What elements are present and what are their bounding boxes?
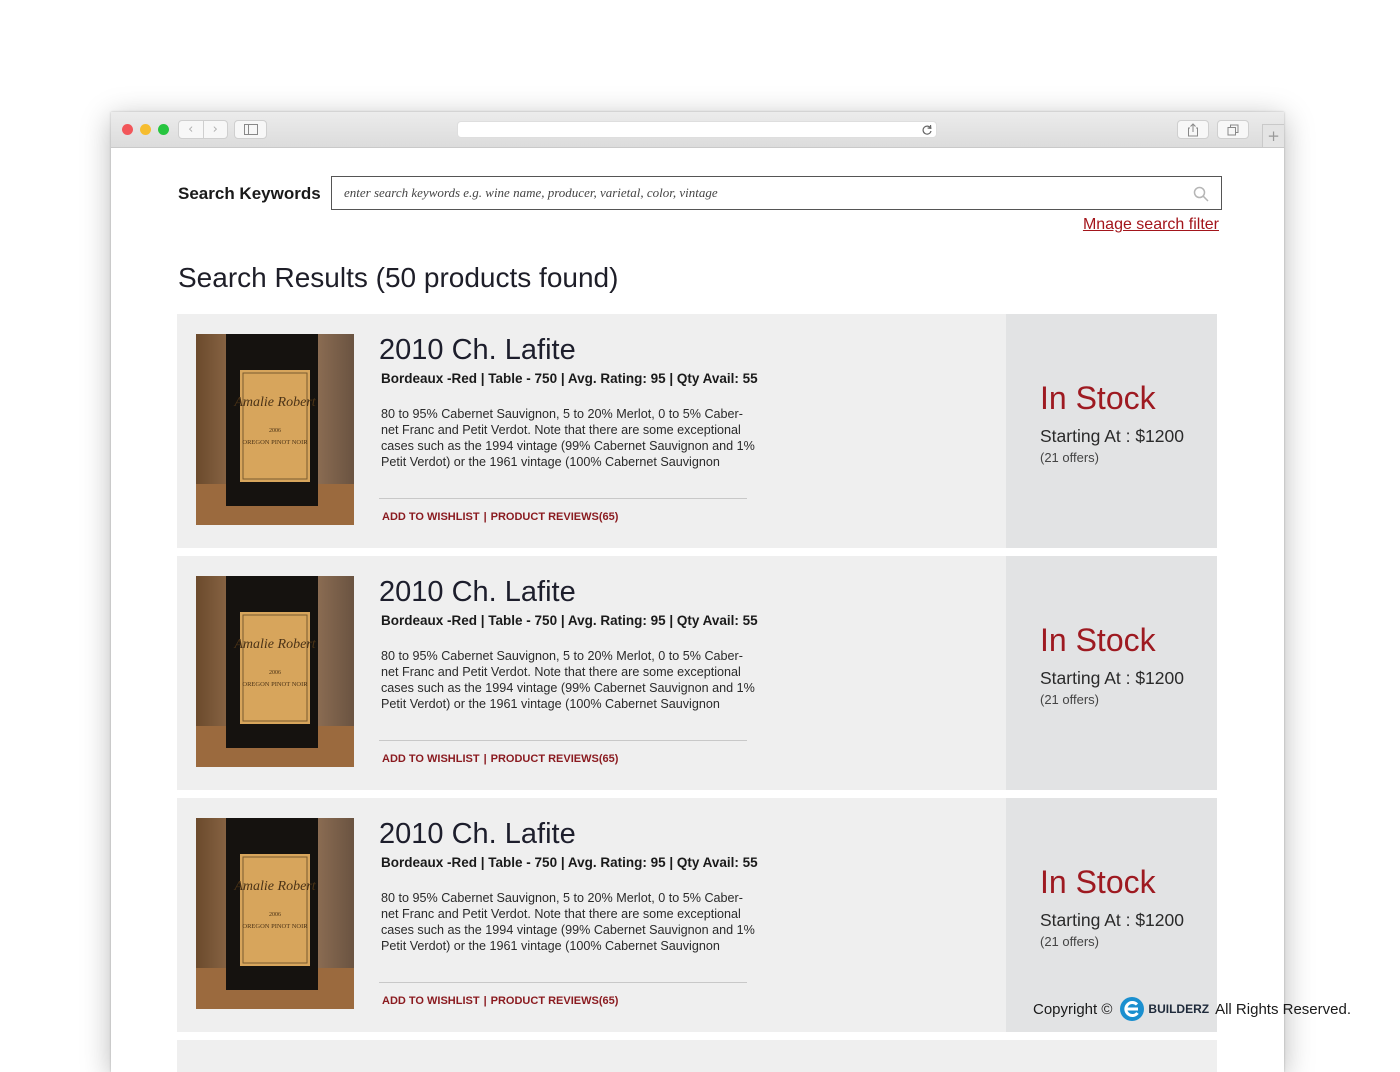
product-name[interactable]: 2010 Ch. Lafite <box>379 818 576 851</box>
divider <box>379 740 747 741</box>
add-to-wishlist-link[interactable]: ADD TO WISHLIST <box>382 995 480 1007</box>
sidebar-icon <box>243 124 258 135</box>
offers-count[interactable]: (21 offers) <box>1040 692 1099 707</box>
product-card: Amalie Robert 2006 OREGON PINOT NOIR 201… <box>177 556 1217 790</box>
search-keywords-label: Search Keywords <box>178 184 321 203</box>
offers-count[interactable]: (21 offers) <box>1040 934 1099 949</box>
sidebar-toggle-button[interactable] <box>234 120 267 139</box>
starting-price: Starting At : $1200 <box>1040 910 1184 930</box>
history-nav: ‹ › <box>178 120 228 139</box>
results-title: Search Results (50 products found) <box>178 262 619 293</box>
search-box <box>331 176 1222 210</box>
product-reviews-link[interactable]: PRODUCT REVIEWS(65) <box>491 511 619 523</box>
label-line: OREGON PINOT NOIR <box>242 681 308 688</box>
product-name[interactable]: 2010 Ch. Lafite <box>379 334 576 367</box>
label-year: 2006 <box>269 428 281 434</box>
new-tab-button[interactable]: + <box>1262 124 1284 147</box>
browser-window: ‹ › + Search Keywords Mnage search filte… <box>111 112 1284 1072</box>
product-reviews-link[interactable]: PRODUCT REVIEWS(65) <box>491 753 619 765</box>
product-reviews-link[interactable]: PRODUCT REVIEWS(65) <box>491 995 619 1007</box>
product-image[interactable]: Amalie Robert 2006 OREGON PINOT NOIR <box>196 576 354 767</box>
product-actions: ADD TO WISHLIST | PRODUCT REVIEWS(65) <box>382 995 618 1007</box>
product-actions: ADD TO WISHLIST | PRODUCT REVIEWS(65) <box>382 511 618 523</box>
starting-price: Starting At : $1200 <box>1040 426 1184 446</box>
label-line: OREGON PINOT NOIR <box>242 923 308 930</box>
stock-status: In Stock <box>1040 380 1156 416</box>
search-input[interactable] <box>344 177 1164 209</box>
label-line: OREGON PINOT NOIR <box>242 439 308 446</box>
add-to-wishlist-link[interactable]: ADD TO WISHLIST <box>382 511 480 523</box>
product-name[interactable]: 2010 Ch. Lafite <box>379 576 576 609</box>
label-year: 2006 <box>269 670 281 676</box>
brand-logo: BUILDERZ <box>1118 996 1209 1022</box>
product-image[interactable]: Amalie Robert 2006 OREGON PINOT NOIR <box>196 334 354 525</box>
copyright-footer: Copyright © BUILDERZ All Rights Reserved… <box>1033 996 1351 1022</box>
availability-panel: In Stock Starting At : $1200 (21 offers) <box>1006 556 1217 790</box>
browser-titlebar: ‹ › + <box>111 112 1284 148</box>
stock-status: In Stock <box>1040 864 1156 900</box>
divider <box>379 498 747 499</box>
label-brand: Amalie Robert <box>233 395 316 410</box>
product-image[interactable]: Amalie Robert 2006 OREGON PINOT NOIR <box>196 818 354 1009</box>
action-separator: | <box>483 995 487 1007</box>
e-logo-icon <box>1120 997 1145 1021</box>
product-description: 80 to 95% Cabernet Sauvignon, 5 to 20% M… <box>381 649 755 711</box>
manage-search-filter-link[interactable]: Mnage search filter <box>1083 216 1219 234</box>
product-specs: Bordeaux -Red | Table - 750 | Avg. Ratin… <box>381 855 758 870</box>
forward-button[interactable]: › <box>202 121 228 138</box>
offers-count[interactable]: (21 offers) <box>1040 450 1099 465</box>
add-to-wishlist-link[interactable]: ADD TO WISHLIST <box>382 753 480 765</box>
label-brand: Amalie Robert <box>233 637 316 652</box>
tabs-icon <box>1227 124 1239 135</box>
product-description: 80 to 95% Cabernet Sauvignon, 5 to 20% M… <box>381 891 755 953</box>
reload-icon[interactable] <box>921 123 933 137</box>
back-button[interactable]: ‹ <box>179 121 203 138</box>
starting-price: Starting At : $1200 <box>1040 668 1184 688</box>
search-icon[interactable] <box>1193 186 1209 202</box>
product-specs: Bordeaux -Red | Table - 750 | Avg. Ratin… <box>381 371 758 386</box>
availability-panel: In Stock Starting At : $1200 (21 offers) <box>1006 314 1217 548</box>
copyright-prefix: Copyright © <box>1033 1000 1113 1018</box>
close-window-button[interactable] <box>122 124 133 135</box>
minimize-window-button[interactable] <box>140 124 151 135</box>
stock-status: In Stock <box>1040 622 1156 658</box>
divider <box>379 982 747 983</box>
product-specs: Bordeaux -Red | Table - 750 | Avg. Ratin… <box>381 613 758 628</box>
label-brand: Amalie Robert <box>233 879 316 894</box>
share-button[interactable] <box>1177 120 1209 139</box>
product-description: 80 to 95% Cabernet Sauvignon, 5 to 20% M… <box>381 407 755 469</box>
product-actions: ADD TO WISHLIST | PRODUCT REVIEWS(65) <box>382 753 618 765</box>
action-separator: | <box>483 753 487 765</box>
label-year: 2006 <box>269 912 281 918</box>
tabs-overview-button[interactable] <box>1217 120 1249 139</box>
product-card: Amalie Robert 2006 OREGON PINOT NOIR 201… <box>177 314 1217 548</box>
action-separator: | <box>483 511 487 523</box>
maximize-window-button[interactable] <box>158 124 169 135</box>
address-bar[interactable] <box>457 121 937 138</box>
brand-name: BUILDERZ <box>1148 1002 1210 1016</box>
product-card-partial <box>177 1040 1217 1072</box>
share-icon <box>1188 122 1198 136</box>
rights-reserved: All Rights Reserved. <box>1215 1000 1351 1018</box>
